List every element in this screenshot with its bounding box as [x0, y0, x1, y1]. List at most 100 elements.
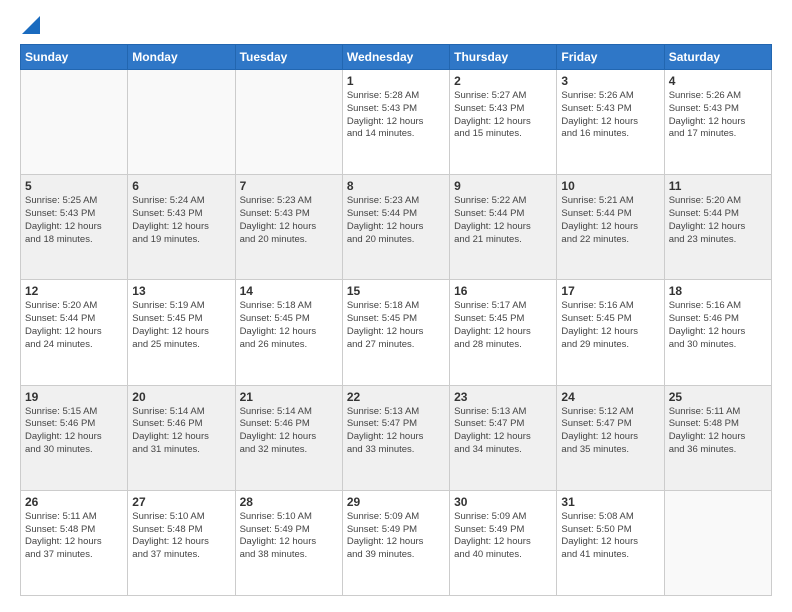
cell-content: Sunrise: 5:25 AMSunset: 5:43 PMDaylight:… — [25, 195, 123, 246]
day-number: 12 — [25, 284, 123, 298]
calendar-cell: 18 Sunrise: 5:16 AMSunset: 5:46 PMDayligh… — [664, 280, 771, 385]
calendar-week-1: 1 Sunrise: 5:28 AMSunset: 5:43 PMDaylight… — [21, 70, 772, 175]
calendar-cell: 1 Sunrise: 5:28 AMSunset: 5:43 PMDaylight… — [342, 70, 449, 175]
day-number: 23 — [454, 390, 552, 404]
calendar-cell — [21, 70, 128, 175]
day-number: 13 — [132, 284, 230, 298]
cell-content: Sunrise: 5:16 AMSunset: 5:46 PMDaylight:… — [669, 300, 767, 351]
cell-content: Sunrise: 5:23 AMSunset: 5:43 PMDaylight:… — [240, 195, 338, 246]
day-number: 3 — [561, 74, 659, 88]
cell-content: Sunrise: 5:21 AMSunset: 5:44 PMDaylight:… — [561, 195, 659, 246]
day-number: 17 — [561, 284, 659, 298]
calendar-header-row: SundayMondayTuesdayWednesdayThursdayFrid… — [21, 45, 772, 70]
calendar-cell: 3 Sunrise: 5:26 AMSunset: 5:43 PMDaylight… — [557, 70, 664, 175]
day-number: 1 — [347, 74, 445, 88]
cell-content: Sunrise: 5:14 AMSunset: 5:46 PMDaylight:… — [240, 406, 338, 457]
cell-content: Sunrise: 5:10 AMSunset: 5:49 PMDaylight:… — [240, 511, 338, 562]
logo-arrow-icon — [22, 16, 40, 34]
day-number: 18 — [669, 284, 767, 298]
logo — [20, 16, 40, 34]
header-monday: Monday — [128, 45, 235, 70]
cell-content: Sunrise: 5:09 AMSunset: 5:49 PMDaylight:… — [454, 511, 552, 562]
header-friday: Friday — [557, 45, 664, 70]
calendar-cell — [128, 70, 235, 175]
cell-content: Sunrise: 5:12 AMSunset: 5:47 PMDaylight:… — [561, 406, 659, 457]
day-number: 14 — [240, 284, 338, 298]
day-number: 10 — [561, 179, 659, 193]
cell-content: Sunrise: 5:26 AMSunset: 5:43 PMDaylight:… — [669, 90, 767, 141]
calendar-week-4: 19Sunrise: 5:15 AMSunset: 5:46 PMDayligh… — [21, 385, 772, 490]
day-number: 26 — [25, 495, 123, 509]
calendar-cell: 10 Sunrise: 5:21 AMSunset: 5:44 PMDayligh… — [557, 175, 664, 280]
calendar-cell: 11 Sunrise: 5:20 AMSunset: 5:44 PMDayligh… — [664, 175, 771, 280]
day-number: 22 — [347, 390, 445, 404]
header-thursday: Thursday — [450, 45, 557, 70]
calendar-cell: 15 Sunrise: 5:18 AMSunset: 5:45 PMDayligh… — [342, 280, 449, 385]
calendar-cell: 19Sunrise: 5:15 AMSunset: 5:46 PMDayligh… — [21, 385, 128, 490]
day-number: 25 — [669, 390, 767, 404]
cell-content: Sunrise: 5:24 AMSunset: 5:43 PMDaylight:… — [132, 195, 230, 246]
cell-content: Sunrise: 5:15 AMSunset: 5:46 PMDaylight:… — [25, 406, 123, 457]
calendar-cell: 26 Sunrise: 5:11 AMSunset: 5:48 PMDayligh… — [21, 490, 128, 595]
day-number: 6 — [132, 179, 230, 193]
calendar-cell: 30Sunrise: 5:09 AMSunset: 5:49 PMDayligh… — [450, 490, 557, 595]
calendar-cell: 25Sunrise: 5:11 AMSunset: 5:48 PMDayligh… — [664, 385, 771, 490]
day-number: 31 — [561, 495, 659, 509]
calendar-cell: 12 Sunrise: 5:20 AMSunset: 5:44 PMDayligh… — [21, 280, 128, 385]
cell-content: Sunrise: 5:14 AMSunset: 5:46 PMDaylight:… — [132, 406, 230, 457]
calendar-cell: 8Sunrise: 5:23 AMSunset: 5:44 PMDaylight… — [342, 175, 449, 280]
day-number: 29 — [347, 495, 445, 509]
cell-content: Sunrise: 5:09 AMSunset: 5:49 PMDaylight:… — [347, 511, 445, 562]
cell-content: Sunrise: 5:18 AMSunset: 5:45 PMDaylight:… — [347, 300, 445, 351]
calendar-cell — [664, 490, 771, 595]
cell-content: Sunrise: 5:08 AMSunset: 5:50 PMDaylight:… — [561, 511, 659, 562]
cell-content: Sunrise: 5:20 AMSunset: 5:44 PMDaylight:… — [669, 195, 767, 246]
calendar-cell: 9 Sunrise: 5:22 AMSunset: 5:44 PMDaylight… — [450, 175, 557, 280]
day-number: 11 — [669, 179, 767, 193]
calendar-week-2: 5Sunrise: 5:25 AMSunset: 5:43 PMDaylight… — [21, 175, 772, 280]
day-number: 27 — [132, 495, 230, 509]
calendar-week-3: 12 Sunrise: 5:20 AMSunset: 5:44 PMDayligh… — [21, 280, 772, 385]
calendar-cell: 20 Sunrise: 5:14 AMSunset: 5:46 PMDayligh… — [128, 385, 235, 490]
day-number: 20 — [132, 390, 230, 404]
calendar-cell — [235, 70, 342, 175]
calendar-week-5: 26 Sunrise: 5:11 AMSunset: 5:48 PMDayligh… — [21, 490, 772, 595]
cell-content: Sunrise: 5:28 AMSunset: 5:43 PMDaylight:… — [347, 90, 445, 141]
cell-content: Sunrise: 5:13 AMSunset: 5:47 PMDaylight:… — [454, 406, 552, 457]
calendar-cell: 14 Sunrise: 5:18 AMSunset: 5:45 PMDayligh… — [235, 280, 342, 385]
calendar-cell: 31 Sunrise: 5:08 AMSunset: 5:50 PMDayligh… — [557, 490, 664, 595]
day-number: 28 — [240, 495, 338, 509]
cell-content: Sunrise: 5:13 AMSunset: 5:47 PMDaylight:… — [347, 406, 445, 457]
day-number: 9 — [454, 179, 552, 193]
cell-content: Sunrise: 5:20 AMSunset: 5:44 PMDaylight:… — [25, 300, 123, 351]
calendar-cell: 5Sunrise: 5:25 AMSunset: 5:43 PMDaylight… — [21, 175, 128, 280]
calendar-cell: 17 Sunrise: 5:16 AMSunset: 5:45 PMDayligh… — [557, 280, 664, 385]
header — [20, 16, 772, 34]
page: SundayMondayTuesdayWednesdayThursdayFrid… — [0, 0, 792, 612]
calendar-cell: 24 Sunrise: 5:12 AMSunset: 5:47 PMDayligh… — [557, 385, 664, 490]
day-number: 2 — [454, 74, 552, 88]
calendar-cell: 23 Sunrise: 5:13 AMSunset: 5:47 PMDayligh… — [450, 385, 557, 490]
calendar-cell: 4 Sunrise: 5:26 AMSunset: 5:43 PMDaylight… — [664, 70, 771, 175]
calendar-cell: 6 Sunrise: 5:24 AMSunset: 5:43 PMDaylight… — [128, 175, 235, 280]
calendar-cell: 13 Sunrise: 5:19 AMSunset: 5:45 PMDayligh… — [128, 280, 235, 385]
cell-content: Sunrise: 5:26 AMSunset: 5:43 PMDaylight:… — [561, 90, 659, 141]
day-number: 21 — [240, 390, 338, 404]
cell-content: Sunrise: 5:18 AMSunset: 5:45 PMDaylight:… — [240, 300, 338, 351]
cell-content: Sunrise: 5:23 AMSunset: 5:44 PMDaylight:… — [347, 195, 445, 246]
cell-content: Sunrise: 5:27 AMSunset: 5:43 PMDaylight:… — [454, 90, 552, 141]
header-wednesday: Wednesday — [342, 45, 449, 70]
day-number: 16 — [454, 284, 552, 298]
calendar-cell: 21 Sunrise: 5:14 AMSunset: 5:46 PMDayligh… — [235, 385, 342, 490]
day-number: 4 — [669, 74, 767, 88]
cell-content: Sunrise: 5:19 AMSunset: 5:45 PMDaylight:… — [132, 300, 230, 351]
calendar-cell: 29 Sunrise: 5:09 AMSunset: 5:49 PMDayligh… — [342, 490, 449, 595]
calendar-cell: 28 Sunrise: 5:10 AMSunset: 5:49 PMDayligh… — [235, 490, 342, 595]
cell-content: Sunrise: 5:11 AMSunset: 5:48 PMDaylight:… — [25, 511, 123, 562]
day-number: 24 — [561, 390, 659, 404]
day-number: 15 — [347, 284, 445, 298]
cell-content: Sunrise: 5:22 AMSunset: 5:44 PMDaylight:… — [454, 195, 552, 246]
calendar-cell: 16Sunrise: 5:17 AMSunset: 5:45 PMDayligh… — [450, 280, 557, 385]
calendar-cell: 2 Sunrise: 5:27 AMSunset: 5:43 PMDaylight… — [450, 70, 557, 175]
cell-content: Sunrise: 5:16 AMSunset: 5:45 PMDaylight:… — [561, 300, 659, 351]
